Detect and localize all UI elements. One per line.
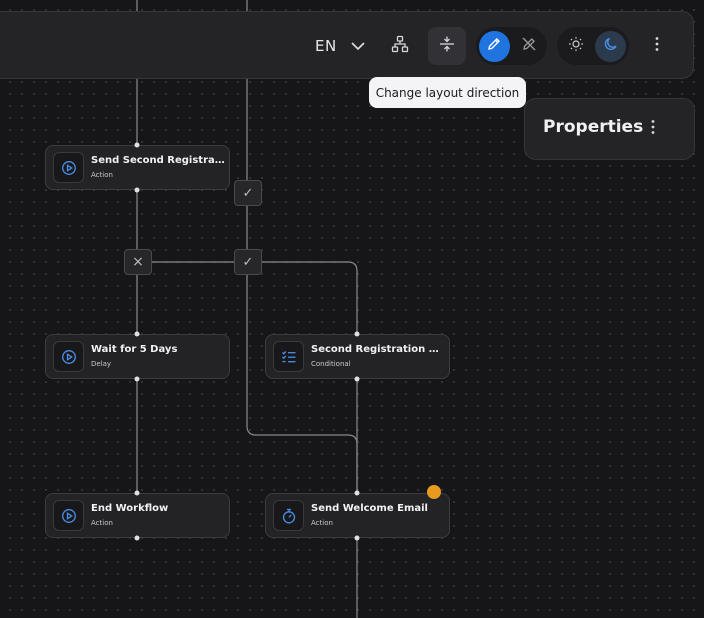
play-circle-icon <box>53 500 84 531</box>
checklist-icon <box>273 341 304 372</box>
output-port[interactable] <box>134 535 140 541</box>
more-vertical-icon <box>651 120 655 139</box>
output-port[interactable] <box>354 376 360 382</box>
node-title: End Workflow <box>91 503 169 514</box>
sun-icon <box>568 36 584 56</box>
pencil-off-icon <box>521 36 537 56</box>
branch-yes-badge[interactable]: ✓ <box>234 180 262 206</box>
workflow-node[interactable]: End Workflow Action <box>45 493 230 538</box>
moon-icon <box>603 36 619 56</box>
node-status-dot <box>427 485 441 499</box>
node-title: Send Welcome Email <box>311 503 428 514</box>
output-port[interactable] <box>134 376 140 382</box>
node-type: Conditional <box>311 360 351 368</box>
branch-no-badge[interactable]: × <box>124 249 152 275</box>
workflow-node[interactable]: Send Welcome Email Action <box>265 493 450 538</box>
properties-more-button[interactable] <box>651 119 655 139</box>
play-circle-icon <box>53 341 84 372</box>
view-mode-button[interactable] <box>514 31 545 62</box>
edge-check-down-to-welcome <box>246 275 358 493</box>
node-type: Action <box>91 519 113 527</box>
node-type: Action <box>91 171 113 179</box>
edge-check-to-conditional <box>261 261 358 334</box>
input-port[interactable] <box>134 331 140 337</box>
layout-direction-tooltip: Change layout direction <box>369 77 526 108</box>
pencil-icon <box>486 36 502 56</box>
node-type: Delay <box>91 360 112 368</box>
play-circle-icon <box>53 152 84 183</box>
workflow-node[interactable]: Second Registration Check Conditional <box>265 334 450 379</box>
check-icon: ✓ <box>242 185 254 201</box>
node-title: Second Registration Check <box>311 344 445 355</box>
input-port[interactable] <box>134 490 140 496</box>
properties-title: Properties <box>543 117 644 137</box>
language-label: EN <box>315 37 337 55</box>
x-icon: × <box>132 254 144 270</box>
language-selector[interactable]: EN <box>315 34 365 58</box>
sitemap-icon <box>391 35 409 57</box>
dark-theme-button[interactable] <box>595 30 626 62</box>
input-port[interactable] <box>134 142 140 148</box>
output-port[interactable] <box>134 187 140 193</box>
edit-mode-button[interactable] <box>479 30 510 62</box>
chevron-down-icon <box>351 37 365 55</box>
vertical-split-icon <box>438 35 456 57</box>
node-title: Wait for 5 Days <box>91 344 178 355</box>
timer-icon <box>273 500 304 531</box>
layout-direction-button[interactable] <box>428 27 466 65</box>
workflow-node[interactable]: Wait for 5 Days Delay <box>45 334 230 379</box>
more-vertical-icon <box>655 36 659 56</box>
input-port[interactable] <box>354 490 360 496</box>
light-theme-button[interactable] <box>560 31 591 62</box>
check-icon: ✓ <box>242 254 254 270</box>
node-type: Action <box>311 519 333 527</box>
output-port[interactable] <box>354 535 360 541</box>
tree-view-button[interactable] <box>381 27 419 65</box>
toolbar-more-button[interactable] <box>638 27 676 65</box>
workflow-node[interactable]: Send Second Registration Action <box>45 145 230 190</box>
branch-yes-badge[interactable]: ✓ <box>234 249 262 275</box>
mode-toggle <box>476 27 547 65</box>
node-title: Send Second Registration <box>91 155 225 166</box>
input-port[interactable] <box>354 331 360 337</box>
theme-toggle <box>557 27 629 65</box>
properties-panel: Properties <box>524 98 695 160</box>
